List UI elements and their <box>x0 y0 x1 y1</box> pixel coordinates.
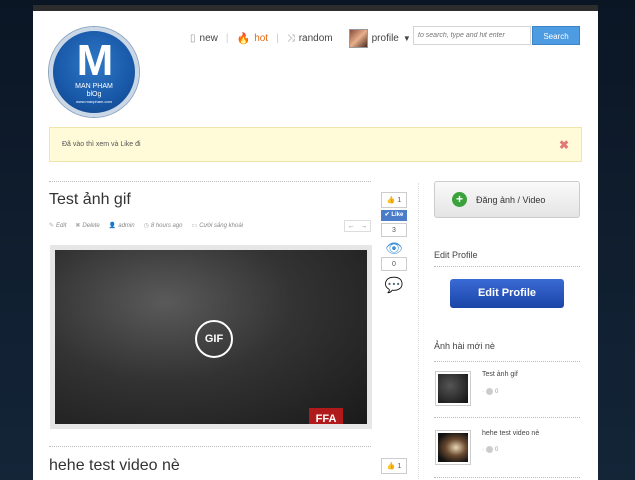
category-label: Cười sảng khoái <box>199 223 243 229</box>
nav-new-label: new <box>199 32 218 44</box>
post-media[interactable]: GIF FFA <box>50 245 372 429</box>
check-icon: ✔ <box>384 212 390 218</box>
upload-label: Đăng ảnh / Video <box>476 194 546 205</box>
edit-label: Edit <box>56 223 67 229</box>
search-button[interactable]: Search <box>532 26 580 45</box>
post-nav-arrows: ← → <box>344 220 371 232</box>
nav-new[interactable]: ▯ new <box>190 33 218 44</box>
post-title[interactable]: Test ảnh gif <box>49 191 131 209</box>
site-logo[interactable]: M MAN PHAM blOg www.manpham.com <box>49 27 139 117</box>
sidebar-item-meta: · 0 <box>482 446 498 453</box>
prev-arrow-icon[interactable]: ← <box>348 223 355 230</box>
nav-random-label: random <box>298 32 333 44</box>
time-label: 8 hours ago <box>150 223 183 229</box>
author-link[interactable]: 👤 admin <box>109 222 135 229</box>
eye-icon: 👁 <box>385 240 403 256</box>
like-label: Like <box>391 212 404 218</box>
logo-line3: www.manpham.com <box>75 99 112 104</box>
clock-icon: ◷ <box>143 223 149 229</box>
nav-profile-label: profile <box>371 32 399 44</box>
divider <box>434 266 580 267</box>
sidebar-thumb[interactable] <box>435 371 471 406</box>
thumbs-up-icon: 👍 <box>386 463 396 470</box>
vote-panel: 👍 1 <box>381 458 407 474</box>
upload-button[interactable]: + Đăng ảnh / Video <box>434 181 580 218</box>
divider <box>434 361 580 362</box>
author-label: admin <box>118 223 135 229</box>
chevron-down-icon: ▼ <box>402 33 411 43</box>
logo-line1: MAN PHAM <box>75 83 113 90</box>
edit-profile-heading: Edit Profile <box>434 250 478 260</box>
divider <box>49 446 371 447</box>
gif-play-badge[interactable]: GIF <box>195 320 233 358</box>
user-icon: 👤 <box>108 223 117 229</box>
edit-profile-button[interactable]: Edit Profile <box>450 279 564 308</box>
delete-label: Delete <box>82 223 100 229</box>
media-frame: GIF FFA <box>55 250 367 424</box>
top-bar <box>33 5 598 11</box>
heart-icon <box>486 446 493 453</box>
shuffle-icon: ⤨ <box>286 32 295 44</box>
search-input[interactable] <box>413 26 531 45</box>
post-meta: ✎ Edit ✖ Delete 👤 admin ◷ 8 hours ago ▭ Cười … <box>49 222 243 229</box>
edit-link[interactable]: ✎ Edit <box>49 222 66 229</box>
bullet-icon: · <box>482 388 484 395</box>
comment-bubble-icon[interactable]: 💬 <box>381 277 407 295</box>
sidebar-item-count: 0 <box>495 446 499 453</box>
like-button[interactable]: ✔ Like <box>381 210 407 221</box>
divider <box>49 181 371 182</box>
new-posts-heading: Ảnh hài mới nè <box>434 341 495 351</box>
vote-count[interactable]: 👍 1 <box>381 458 407 474</box>
divider <box>434 477 580 478</box>
pencil-icon: ✎ <box>49 223 55 229</box>
page-icon: ▯ <box>190 32 196 44</box>
logo-line2: blOg <box>86 91 102 98</box>
page: M MAN PHAM blOg www.manpham.com ▯ new | … <box>33 5 598 480</box>
column-divider <box>418 183 419 480</box>
main-nav: ▯ new | 🔥 hot | ⤨ random profile ▼ <box>190 28 411 48</box>
next-arrow-icon[interactable]: → <box>360 223 367 230</box>
category-link[interactable]: ▭ Cười sảng khoái <box>192 222 243 229</box>
view-count: 3 <box>381 223 407 237</box>
divider <box>434 417 580 418</box>
thumbs-up-icon: 👍 <box>386 197 396 204</box>
sidebar-item-title[interactable]: Test ảnh gif <box>482 371 518 378</box>
sidebar-item-meta: · 0 <box>482 388 498 395</box>
heart-icon <box>486 388 493 395</box>
notice-text: Đã vào thì xem và Like đi <box>62 141 141 148</box>
folder-icon: ▭ <box>191 223 198 229</box>
post-title[interactable]: hehe test video nè <box>49 457 180 475</box>
logo-letter: M <box>76 36 114 85</box>
vote-panel: 👍 1 ✔ Like 3 👁 0 💬 <box>381 192 407 295</box>
vote-value: 1 <box>397 196 402 204</box>
avatar <box>348 28 368 48</box>
sidebar-item-count: 0 <box>495 388 499 395</box>
sidebar-thumb[interactable] <box>435 430 471 465</box>
nav-profile[interactable]: profile ▼ <box>348 28 411 48</box>
delete-icon: ✖ <box>75 223 81 229</box>
post-time: ◷ 8 hours ago <box>144 222 183 229</box>
comment-count: 0 <box>381 257 407 271</box>
bullet-icon: · <box>482 446 484 453</box>
vote-count[interactable]: 👍 1 <box>381 192 407 208</box>
nav-separator: | <box>225 32 229 44</box>
nav-separator: | <box>276 32 279 44</box>
sidebar-item-title[interactable]: hehe test video nè <box>482 430 539 437</box>
notice-bar: Đã vào thì xem và Like đi ✖ <box>49 127 582 162</box>
nav-random[interactable]: ⤨ random <box>287 33 333 44</box>
flame-icon: 🔥 <box>236 32 251 45</box>
plus-icon: + <box>452 192 467 207</box>
delete-link[interactable]: ✖ Delete <box>75 222 99 229</box>
watermark: FFA <box>309 404 343 424</box>
vote-value: 1 <box>397 462 402 470</box>
close-icon[interactable]: ✖ <box>559 138 569 152</box>
nav-hot[interactable]: 🔥 hot <box>236 32 268 45</box>
nav-hot-label: hot <box>254 32 269 44</box>
